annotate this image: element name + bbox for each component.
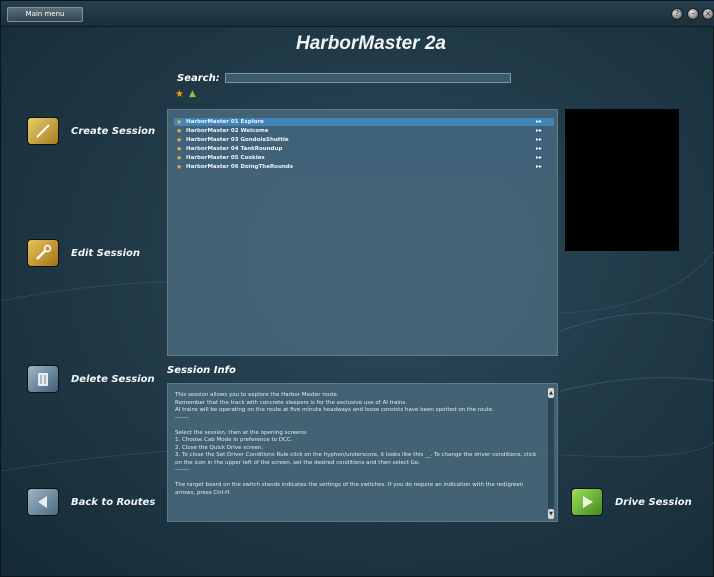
session-info-scrollbar[interactable]: ▲ ▼ <box>548 388 554 519</box>
list-item[interactable]: ★ HarborMaster 03 GondolaShuttle ▸▸ <box>174 136 554 144</box>
star-icon: ★ <box>176 145 183 153</box>
drive-session-button[interactable]: Drive Session <box>571 488 692 516</box>
back-arrow-icon <box>27 488 59 516</box>
wrench-icon <box>27 239 59 267</box>
scroll-down-icon[interactable]: ▼ <box>548 509 554 519</box>
back-to-routes-button[interactable]: Back to Routes <box>27 488 155 516</box>
play-icon <box>571 488 603 516</box>
search-label: Search: <box>177 73 220 84</box>
triangle-filter-icon[interactable]: ▲ <box>189 89 196 99</box>
forward-icon: ▸▸ <box>535 136 542 143</box>
session-info-panel: This session allows you to explore the H… <box>167 383 558 522</box>
edit-session-button[interactable]: Edit Session <box>27 239 140 267</box>
drive-session-label: Drive Session <box>615 496 692 508</box>
create-session-label: Create Session <box>71 125 156 137</box>
scroll-up-icon[interactable]: ▲ <box>548 388 554 398</box>
star-icon: ★ <box>176 154 183 162</box>
session-list: ★ HarborMaster 01 Explore ▸▸ ★ HarborMas… <box>167 109 558 356</box>
create-session-button[interactable]: Create Session <box>27 117 155 145</box>
star-filter-icon[interactable]: ★ <box>175 89 184 100</box>
list-item[interactable]: ★ HarborMaster 01 Explore ▸▸ <box>174 118 554 126</box>
forward-icon: ▸▸ <box>535 127 542 134</box>
forward-icon: ▸▸ <box>535 145 542 152</box>
page-title: HarborMaster 2a <box>296 33 446 54</box>
star-icon: ★ <box>176 136 183 144</box>
star-icon: ★ <box>176 127 183 135</box>
delete-session-label: Delete Session <box>71 373 155 385</box>
list-item[interactable]: ★ HarborMaster 02 Welcome ▸▸ <box>174 127 554 135</box>
top-bar: Main menu ? – × <box>1 1 714 27</box>
list-item[interactable]: ★ HarborMaster 06 DoingTheRounds ▸▸ <box>174 163 554 171</box>
edit-session-label: Edit Session <box>71 247 140 259</box>
list-item[interactable]: ★ HarborMaster 04 TankRoundup ▸▸ <box>174 145 554 153</box>
search-input[interactable] <box>225 73 511 83</box>
forward-icon: ▸▸ <box>535 163 542 170</box>
back-to-routes-label: Back to Routes <box>71 496 156 508</box>
minimize-icon[interactable]: – <box>687 8 699 20</box>
main-menu-button[interactable]: Main menu <box>7 7 83 22</box>
list-item[interactable]: ★ HarborMaster 05 Cookies ▸▸ <box>174 154 554 162</box>
session-info-heading: Session Info <box>167 365 236 376</box>
session-preview-image <box>565 109 679 251</box>
trash-icon <box>27 365 59 393</box>
session-info-text: This session allows you to explore the H… <box>175 392 537 496</box>
forward-icon: ▸▸ <box>535 154 542 161</box>
star-icon: ★ <box>176 163 183 171</box>
star-icon: ★ <box>176 118 183 126</box>
app-window: Main menu ? – × HarborMaster 2a Search: … <box>0 0 714 577</box>
close-icon[interactable]: × <box>702 8 714 20</box>
delete-session-button[interactable]: Delete Session <box>27 365 155 393</box>
forward-icon: ▸▸ <box>535 118 542 125</box>
pencil-icon <box>27 117 59 145</box>
help-icon[interactable]: ? <box>671 8 683 20</box>
